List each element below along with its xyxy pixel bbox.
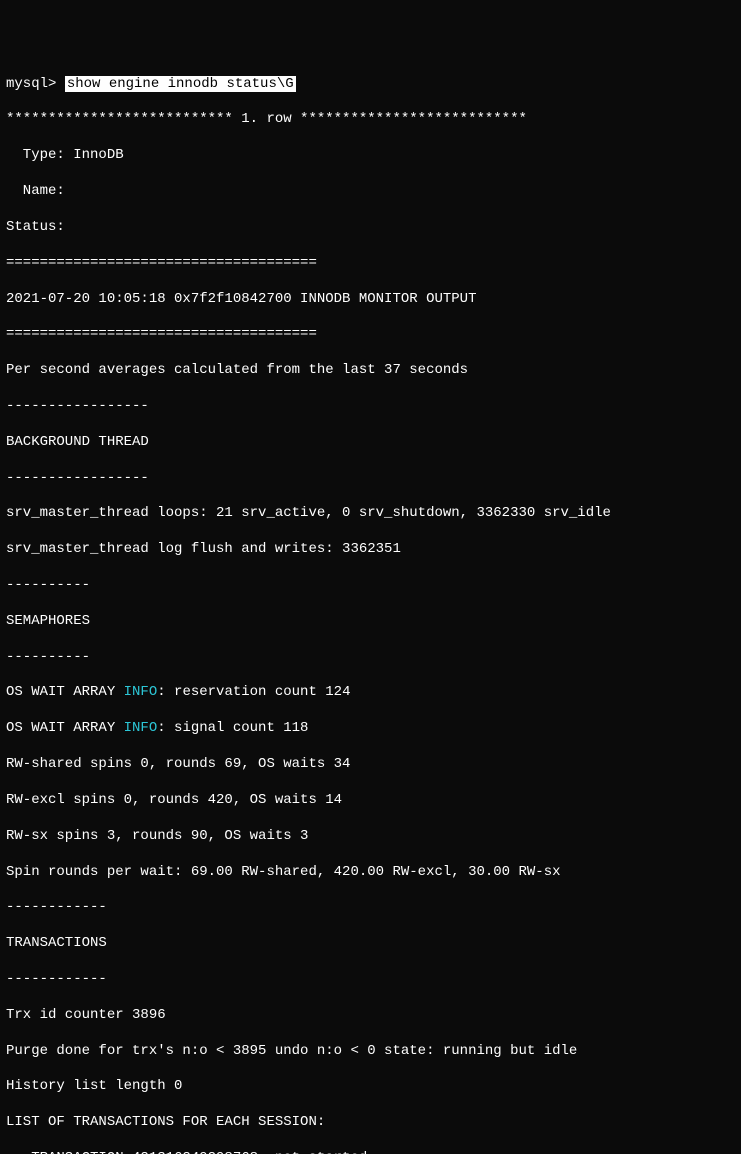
- name-line: Name:: [6, 183, 735, 201]
- type-value: InnoDB: [73, 147, 123, 163]
- bgthread-dash-top: -----------------: [6, 398, 735, 416]
- trx-dash-top: ------------: [6, 899, 735, 917]
- spin-rounds: Spin rounds per wait: 69.00 RW-shared, 4…: [6, 864, 735, 882]
- trx-list-header: LIST OF TRANSACTIONS FOR EACH SESSION:: [6, 1114, 735, 1132]
- bg-loops: srv_master_thread loops: 21 srv_active, …: [6, 505, 735, 523]
- mysql-prompt: mysql>: [6, 76, 65, 92]
- info-keyword-2: INFO: [124, 720, 158, 736]
- bgthread-dash-bot: -----------------: [6, 470, 735, 488]
- trx-purge: Purge done for trx's n:o < 3895 undo n:o…: [6, 1043, 735, 1061]
- hr-eq-bottom: =====================================: [6, 326, 735, 344]
- trx-history: History list length 0: [6, 1078, 735, 1096]
- info-keyword: INFO: [124, 684, 158, 700]
- type-label: Type:: [6, 147, 73, 163]
- rw-excl: RW-excl spins 0, rounds 420, OS waits 14: [6, 792, 735, 810]
- os-wait-signal: OS WAIT ARRAY INFO: signal count 118: [6, 720, 735, 738]
- rw-sx: RW-sx spins 3, rounds 90, OS waits 3: [6, 828, 735, 846]
- type-line: Type: InnoDB: [6, 147, 735, 165]
- status-line: Status:: [6, 219, 735, 237]
- sem-dash-bot: ----------: [6, 649, 735, 667]
- bg-log: srv_master_thread log flush and writes: …: [6, 541, 735, 559]
- rw-shared: RW-shared spins 0, rounds 69, OS waits 3…: [6, 756, 735, 774]
- sem-title: SEMAPHORES: [6, 613, 735, 631]
- bgthread-title: BACKGROUND THREAD: [6, 434, 735, 452]
- trx-item: ---TRANSACTION 421316249298768, not star…: [6, 1150, 735, 1154]
- trx-dash-bot: ------------: [6, 971, 735, 989]
- row-header: *************************** 1. row *****…: [6, 111, 735, 129]
- hr-eq-top: =====================================: [6, 255, 735, 273]
- os-wait-reservation: OS WAIT ARRAY INFO: reservation count 12…: [6, 684, 735, 702]
- trx-title: TRANSACTIONS: [6, 935, 735, 953]
- trx-id-counter: Trx id counter 3896: [6, 1007, 735, 1025]
- os-wait-prefix: OS WAIT ARRAY: [6, 684, 124, 700]
- sql-command: show engine innodb status\G: [65, 76, 296, 92]
- os-wait-prefix-2: OS WAIT ARRAY: [6, 720, 124, 736]
- sem-dash-top: ----------: [6, 577, 735, 595]
- monitor-output-header: 2021-07-20 10:05:18 0x7f2f10842700 INNOD…: [6, 291, 735, 309]
- os-reservation-value: : reservation count 124: [157, 684, 350, 700]
- os-signal-value: : signal count 118: [157, 720, 308, 736]
- prompt-line[interactable]: mysql> show engine innodb status\G: [6, 76, 735, 94]
- per-second-averages: Per second averages calculated from the …: [6, 362, 735, 380]
